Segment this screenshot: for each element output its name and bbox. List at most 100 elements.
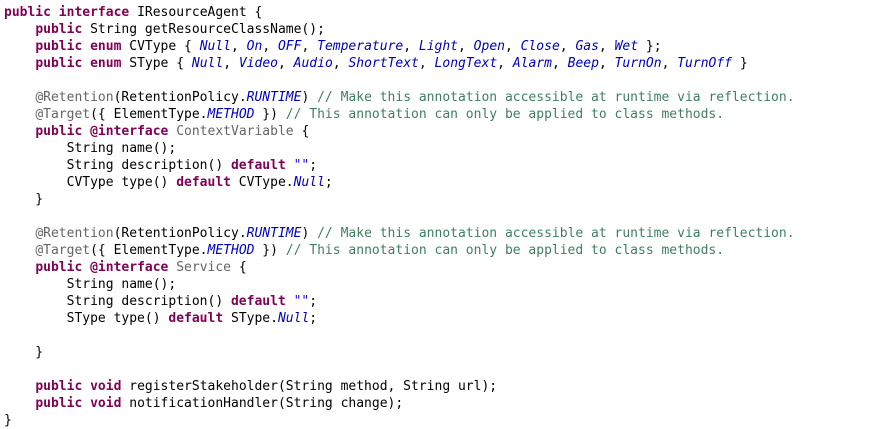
keyword-token: public	[35, 260, 83, 275]
code-text: IResourceAgent {	[129, 5, 263, 20]
code-text: registerStakeholder(String method, Strin…	[121, 379, 498, 394]
enum-constant-token: ShortText	[348, 56, 419, 71]
keyword-token: default	[230, 158, 286, 173]
code-line: public @interface ContextVariable {	[4, 123, 795, 140]
enum-constant-token: METHOD	[207, 243, 255, 258]
enum-constant-token: RUNTIME	[246, 226, 302, 241]
code-text: ,	[661, 56, 678, 71]
code-text: ,	[418, 56, 435, 71]
keyword-token: public	[35, 379, 83, 394]
code-text: ;	[309, 294, 318, 309]
code-line: String name();	[4, 140, 795, 157]
code-text: String description()	[4, 294, 231, 309]
code-text: ,	[598, 56, 615, 71]
code-text: ,	[231, 39, 247, 54]
enum-constant-token: Gas	[575, 39, 599, 54]
code-content[interactable]: public interface IResourceAgent { public…	[4, 4, 795, 429]
annotation-token: @Target	[35, 107, 91, 122]
code-text: ,	[551, 56, 568, 71]
keyword-token: interface	[58, 5, 130, 20]
code-text: )	[301, 226, 318, 241]
keyword-token: default	[168, 311, 224, 326]
code-line: String description() default "";	[4, 293, 795, 310]
comment-token: // Make this annotation accessible at ru…	[317, 226, 795, 241]
code-text: CVType.	[230, 175, 294, 190]
code-text: ,	[458, 39, 474, 54]
code-text: ,	[301, 39, 318, 54]
code-text: ,	[223, 56, 239, 71]
enum-constant-token: TurnOn	[614, 56, 662, 71]
code-line: public enum SType { Null, Video, Audio, …	[4, 55, 795, 72]
code-text: ,	[262, 39, 278, 54]
code-editor[interactable]: public interface IResourceAgent { public…	[0, 0, 873, 429]
code-text: SType.	[223, 311, 278, 326]
code-text: };	[638, 39, 662, 54]
enum-constant-token: Null	[199, 39, 232, 54]
code-line: }	[4, 191, 795, 208]
annotation-token: @Retention	[35, 90, 114, 105]
code-text: String description()	[4, 158, 231, 173]
keyword-token: public	[35, 22, 83, 37]
enum-constant-token: Wet	[614, 39, 639, 54]
code-text: ,	[403, 39, 419, 54]
code-line: @Target({ ElementType.METHOD }) // This …	[4, 242, 795, 259]
enum-constant-token: METHOD	[207, 107, 255, 122]
enum-constant-token: Audio	[293, 56, 333, 71]
annotation-token: @Retention	[35, 226, 114, 241]
code-line: public String getResourceClassName();	[4, 21, 795, 38]
code-text: ,	[497, 56, 513, 71]
code-text: ,	[332, 56, 349, 71]
code-text: String getResourceClassName();	[82, 22, 325, 37]
code-text: }	[4, 413, 12, 428]
code-text: String name();	[4, 141, 177, 156]
comment-token: // Make this annotation accessible at ru…	[317, 90, 795, 105]
code-line: }	[4, 344, 795, 361]
enum-constant-token: RUNTIME	[246, 90, 302, 105]
code-text: ;	[324, 175, 333, 190]
code-text: SType type()	[4, 311, 169, 326]
code-text: }	[4, 192, 44, 207]
code-text: {	[293, 124, 310, 139]
enum-constant-token: Null	[191, 56, 224, 71]
keyword-token: default	[230, 294, 286, 309]
keyword-token: void	[90, 396, 122, 411]
code-text: ;	[309, 311, 318, 326]
keyword-token: @interface	[90, 260, 169, 275]
keyword-token: public	[35, 56, 83, 71]
code-text: ;	[309, 158, 318, 173]
code-line: public enum CVType { Null, On, OFF, Temp…	[4, 38, 795, 55]
code-line: public void registerStakeholder(String m…	[4, 378, 795, 395]
enum-constant-token: Light	[418, 39, 459, 54]
code-text: ,	[559, 39, 576, 54]
code-line: String description() default "";	[4, 157, 795, 174]
code-text: notificationHandler(String change);	[121, 396, 404, 411]
enum-constant-token: Null	[293, 175, 325, 190]
code-text: })	[254, 107, 286, 122]
code-text: ({ ElementType.	[90, 243, 208, 258]
code-line: @Retention(RetentionPolicy.RUNTIME) // M…	[4, 225, 795, 242]
enum-constant-token: Alarm	[512, 56, 552, 71]
enum-constant-token: Null	[277, 311, 310, 326]
code-text: CVType type()	[4, 175, 177, 190]
code-line: public void notificationHandler(String c…	[4, 395, 795, 412]
string-literal-token: ""	[293, 158, 310, 173]
code-text: String name();	[4, 277, 177, 292]
code-text: })	[254, 243, 286, 258]
code-line: }	[4, 412, 795, 429]
